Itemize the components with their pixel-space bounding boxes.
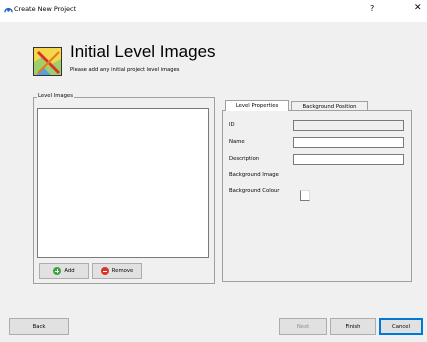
app-icon [4,7,13,13]
properties-panel [222,110,412,282]
description-label: Description [229,156,260,162]
next-button[interactable]: Next [279,318,327,335]
finish-button[interactable]: Finish [330,318,376,335]
remove-button-label: Remove [111,268,134,274]
id-label: ID [229,122,235,128]
description-field[interactable] [293,154,404,165]
cancel-button[interactable]: Cancel [379,318,423,335]
tab-level-properties[interactable]: Level Properties [225,100,289,111]
id-field[interactable] [293,120,404,131]
tab-background-position-label: Background Position [302,103,357,110]
window-title: Create New Project [14,5,77,13]
level-images-group-label: Level Images [37,93,75,99]
name-field[interactable] [293,137,404,148]
add-button-label: Add [64,268,75,274]
background-colour-swatch[interactable] [300,190,310,201]
background-image-label: Background Image [229,172,279,178]
cancel-button-label: Cancel [392,323,410,330]
page-title: Initial Level Images [70,42,216,61]
back-button-label: Back [32,323,46,330]
background-colour-label: Background Colour [229,188,280,194]
help-button[interactable]: ? [370,4,374,13]
level-images-list[interactable] [37,108,209,258]
next-button-label: Next [296,323,310,330]
page-subtitle: Please add any initial project level ima… [70,67,180,73]
remove-button[interactable]: Remove [92,263,142,279]
close-button[interactable]: ✕ [414,3,422,13]
remove-icon [100,267,109,275]
add-button[interactable]: Add [39,263,89,279]
level-image-icon [33,47,62,76]
tab-background-position[interactable]: Background Position [291,101,368,111]
tab-level-properties-label: Level Properties [235,103,279,109]
name-label: Name [229,139,245,145]
add-icon [53,267,62,275]
back-button[interactable]: Back [9,318,69,335]
finish-button-label: Finish [345,323,361,330]
